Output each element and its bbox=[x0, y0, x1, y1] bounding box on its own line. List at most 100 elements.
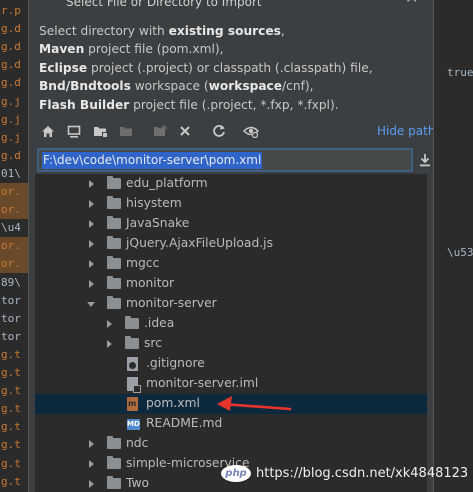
background-editor-left: r.p g.d g.d g.d g.d g.j g.j g.j g.d 01\ or. or. \u4 o… bbox=[0, 0, 28, 492]
chevron-right-icon[interactable] bbox=[89, 460, 94, 468]
tree-row-label: jQuery.AjaxFileUpload.js bbox=[126, 236, 273, 250]
chevron-right-icon[interactable] bbox=[89, 260, 94, 268]
file-chooser-toolbar: Hide path bbox=[29, 120, 433, 144]
tree-row-label: ndc bbox=[126, 436, 149, 450]
tree-row-label: JavaSnake bbox=[126, 216, 190, 230]
close-icon[interactable]: ✕ bbox=[405, 0, 418, 7]
tree-row[interactable]: edu_platform bbox=[35, 174, 427, 194]
tree-row[interactable]: mgcc bbox=[35, 254, 427, 274]
background-code-fragment: \u53 bbox=[447, 246, 473, 259]
tree-row-label: README.md bbox=[146, 416, 223, 430]
background-code-fragment: g.t bbox=[1, 420, 21, 434]
folder-icon bbox=[107, 236, 121, 249]
background-code-fragment: g.t bbox=[1, 438, 21, 452]
background-code-fragment: or. bbox=[0, 255, 28, 274]
module-folder-icon[interactable] bbox=[117, 122, 135, 140]
path-input-value: F:\dev\code\monitor-server\pom.xml bbox=[42, 152, 263, 169]
folder-icon bbox=[125, 336, 139, 349]
markdown-file-icon bbox=[127, 419, 140, 430]
background-code-fragment: true bbox=[447, 66, 473, 79]
dialog-title: Select File or Directory to Import bbox=[66, 0, 262, 9]
chevron-right-icon[interactable] bbox=[89, 280, 94, 288]
tree-row[interactable]: .gitignore bbox=[35, 354, 427, 374]
tree-row-label: src bbox=[144, 336, 162, 350]
watermark: php https://blog.csdn.net/xk4848123 bbox=[221, 461, 468, 485]
home-icon[interactable] bbox=[39, 122, 57, 140]
background-code-fragment: g.t bbox=[1, 402, 21, 416]
import-dialog: Select File or Directory to Import ✕ Sel… bbox=[28, 0, 434, 492]
download-icon[interactable] bbox=[418, 152, 432, 168]
tree-row[interactable]: JavaSnake bbox=[35, 214, 427, 234]
background-code-fragment: g.t bbox=[1, 366, 21, 379]
tree-row-label: pom.xml bbox=[146, 396, 200, 410]
folder-icon bbox=[107, 296, 121, 309]
tree-row[interactable]: hisystem bbox=[35, 194, 427, 214]
folder-icon bbox=[107, 276, 121, 289]
background-code-fragment: 89\ bbox=[1, 275, 21, 289]
tree-row[interactable]: monitor-server.iml bbox=[35, 374, 427, 394]
tree-row-label: hisystem bbox=[126, 196, 182, 210]
chevron-right-icon[interactable] bbox=[89, 220, 94, 228]
tree-row-label: .gitignore bbox=[146, 356, 205, 370]
chevron-right-icon[interactable] bbox=[107, 340, 112, 348]
tree-row-label: monitor bbox=[126, 276, 175, 290]
tree-row-label: monitor-server.iml bbox=[146, 376, 259, 390]
background-code-fragment: or. bbox=[0, 201, 28, 220]
background-code-fragment: tor bbox=[1, 329, 21, 343]
background-code-fragment: g.t bbox=[1, 456, 21, 470]
background-code-fragment: g.d bbox=[1, 148, 21, 162]
tree-row[interactable]: ndc bbox=[35, 434, 427, 454]
background-code-fragment: g.j bbox=[1, 94, 21, 108]
path-input[interactable]: F:\dev\code\monitor-server\pom.xml bbox=[37, 148, 413, 172]
chevron-right-icon[interactable] bbox=[89, 480, 94, 488]
tree-row[interactable]: .idea bbox=[35, 314, 427, 334]
chevron-right-icon[interactable] bbox=[89, 440, 94, 448]
php-logo: php bbox=[221, 464, 251, 482]
folder-icon bbox=[125, 316, 139, 329]
tree-row[interactable]: src bbox=[35, 334, 427, 354]
folder-icon bbox=[107, 176, 121, 189]
project-folder-icon[interactable] bbox=[91, 122, 109, 140]
tree-row-label: mgcc bbox=[126, 256, 160, 270]
show-hidden-icon[interactable] bbox=[242, 122, 260, 140]
chevron-right-icon[interactable] bbox=[89, 180, 94, 188]
background-code-fragment: tor bbox=[1, 311, 21, 325]
background-code-fragment: g.d bbox=[1, 40, 21, 54]
background-code-fragment: or. bbox=[0, 183, 28, 201]
delete-icon[interactable] bbox=[176, 122, 194, 140]
new-folder-icon[interactable] bbox=[151, 122, 169, 140]
hide-path-link[interactable]: Hide path bbox=[377, 124, 433, 138]
background-code-fragment: r.p bbox=[1, 4, 21, 17]
background-code-fragment: g.d bbox=[1, 22, 21, 36]
tree-row[interactable]: monitor bbox=[35, 274, 427, 294]
iml-file-icon bbox=[127, 377, 141, 393]
background-code-fragment: g.d bbox=[1, 76, 21, 90]
tree-row[interactable]: jQuery.AjaxFileUpload.js bbox=[35, 234, 427, 254]
desktop-icon[interactable] bbox=[65, 122, 83, 140]
dialog-titlebar: Select File or Directory to Import ✕ bbox=[29, 0, 433, 11]
chevron-right-icon[interactable] bbox=[89, 240, 94, 248]
chevron-down-icon[interactable] bbox=[87, 302, 95, 307]
tree-row[interactable]: monitor-server bbox=[35, 294, 427, 314]
background-code-fragment: g.j bbox=[1, 112, 21, 126]
watermark-text: https://blog.csdn.net/xk4848123 bbox=[256, 465, 469, 481]
background-code-fragment: g.j bbox=[1, 130, 21, 144]
chevron-right-icon[interactable] bbox=[107, 320, 112, 328]
folder-icon bbox=[107, 456, 121, 469]
file-tree: edu_platform hisystem JavaSnake jQuery.Ajax… bbox=[35, 174, 427, 492]
background-code-fragment: tor bbox=[1, 293, 21, 307]
folder-icon bbox=[107, 436, 121, 449]
dialog-description: Select directory with existing sources, … bbox=[39, 24, 373, 112]
tree-row[interactable]: README.md bbox=[35, 414, 427, 434]
tree-row[interactable]: pom.xml bbox=[35, 394, 427, 414]
background-code-fragment: g.t bbox=[1, 347, 21, 361]
tree-row-label: monitor-server bbox=[126, 296, 217, 310]
refresh-icon[interactable] bbox=[210, 122, 228, 140]
chevron-right-icon[interactable] bbox=[89, 200, 94, 208]
tree-row-label: edu_platform bbox=[126, 176, 208, 190]
background-code-fragment: \u4 bbox=[1, 221, 21, 235]
folder-icon bbox=[107, 256, 121, 269]
folder-icon bbox=[107, 476, 121, 489]
background-code-fragment: or. bbox=[0, 237, 28, 256]
gitignore-file-icon bbox=[127, 357, 138, 371]
